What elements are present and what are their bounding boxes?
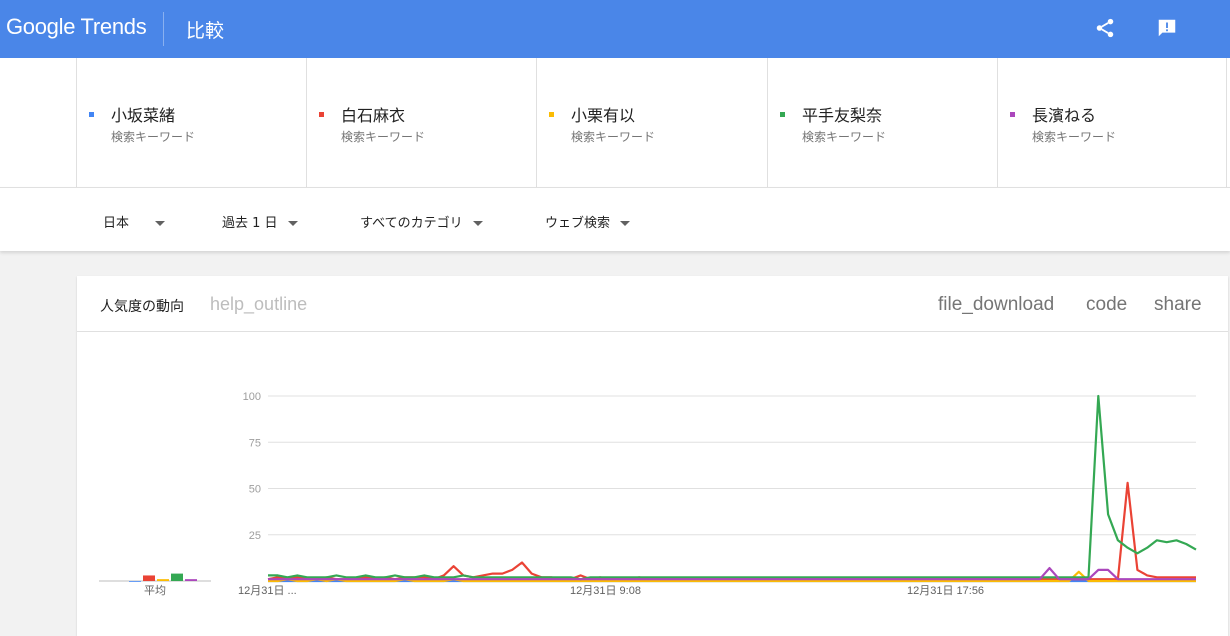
search-type-dropdown[interactable]: ウェブ検索 <box>545 212 631 231</box>
search-terms-bar: 小坂菜緒 検索キーワード 白石麻衣 検索キーワード 小栗有以 検索キーワード 平… <box>0 58 1230 187</box>
average-bar <box>143 575 155 581</box>
page-title: 比較 <box>186 20 225 42</box>
term-name: 長濱ねる <box>1032 106 1097 125</box>
dropdown-arrow-icon <box>155 221 166 226</box>
help-outline-icon[interactable]: help_outline <box>210 294 307 315</box>
period-dropdown[interactable]: 過去 1 日 <box>222 212 298 231</box>
average-bar <box>171 573 183 581</box>
file-download-icon[interactable]: file_download <box>938 294 1054 316</box>
share-icon[interactable] <box>1091 14 1119 42</box>
term-name: 小栗有以 <box>571 106 636 125</box>
search-type-value: ウェブ検索 <box>545 216 611 231</box>
term-type: 検索キーワード <box>802 130 887 144</box>
card-title: 人気度の動向 <box>100 299 184 315</box>
filter-bar: 日本 過去 1 日 すべてのカテゴリ ウェブ検索 <box>0 187 1230 251</box>
y-tick-label: 25 <box>249 530 261 542</box>
term-card-3[interactable]: 小栗有以 検索キーワード <box>536 58 767 187</box>
y-tick-label: 75 <box>249 437 261 449</box>
average-label: 平均 <box>144 584 166 597</box>
term-card-5[interactable]: 長濱ねる 検索キーワード <box>997 58 1227 187</box>
interest-over-time-card: 人気度の動向 help_outline file_download code s… <box>77 276 1228 636</box>
x-tick-label: 12月31日 17:56 <box>907 585 984 597</box>
term-card-4[interactable]: 平手友梨奈 検索キーワード <box>767 58 997 187</box>
chart-labels: 100 75 50 25 12月31日 ... 12月31日 9:08 12月31日 17:… <box>144 391 984 597</box>
y-tick-label: 100 <box>243 391 261 403</box>
term-card-2[interactable]: 白石麻衣 検索キーワード <box>306 58 536 187</box>
average-bar <box>185 579 197 581</box>
average-bar <box>157 579 169 581</box>
google-trends-logo[interactable]: Google Trends <box>6 14 147 40</box>
trend-chart: 100 75 50 25 12月31日 ... 12月31日 9:08 12月31日 17:… <box>99 391 1197 597</box>
term-type: 検索キーワード <box>1032 130 1117 144</box>
region-dropdown[interactable]: 日本 <box>103 212 166 231</box>
term-type: 検索キーワード <box>111 130 196 144</box>
dropdown-arrow-icon <box>287 221 298 226</box>
x-tick-label: 12月31日 ... <box>238 585 297 597</box>
term-name: 白石麻衣 <box>341 106 406 125</box>
term-type: 検索キーワード <box>571 130 656 144</box>
term-color-marker <box>549 112 554 117</box>
chart-grid <box>99 395 1196 582</box>
term-name: 小坂菜緒 <box>111 106 176 125</box>
term-color-marker <box>780 112 785 117</box>
term-color-marker <box>89 112 94 117</box>
card-header: 人気度の動向 help_outline file_download code s… <box>77 276 1228 332</box>
feedback-icon[interactable] <box>1153 14 1181 42</box>
y-tick-label: 50 <box>249 484 261 496</box>
category-dropdown[interactable]: すべてのカテゴリ <box>360 212 483 231</box>
term-card-1[interactable]: 小坂菜緒 検索キーワード <box>76 58 306 187</box>
series-line <box>267 481 1196 581</box>
average-bar <box>129 581 141 582</box>
top-bar: Google Trends 比較 <box>0 0 1230 58</box>
term-type: 検索キーワード <box>341 130 426 144</box>
region-value: 日本 <box>103 216 130 231</box>
term-name: 平手友梨奈 <box>802 106 883 125</box>
term-color-marker <box>319 112 324 117</box>
x-tick-label: 12月31日 9:08 <box>570 585 641 597</box>
header-divider <box>163 12 164 46</box>
dropdown-arrow-icon <box>472 221 483 226</box>
dropdown-arrow-icon <box>620 221 631 226</box>
category-value: すべてのカテゴリ <box>360 216 463 231</box>
period-value: 過去 1 日 <box>222 216 278 231</box>
share-chart-icon[interactable]: share <box>1154 294 1202 316</box>
series-line <box>268 394 1197 581</box>
term-color-marker <box>1010 112 1015 117</box>
code-icon[interactable]: code <box>1086 294 1127 316</box>
